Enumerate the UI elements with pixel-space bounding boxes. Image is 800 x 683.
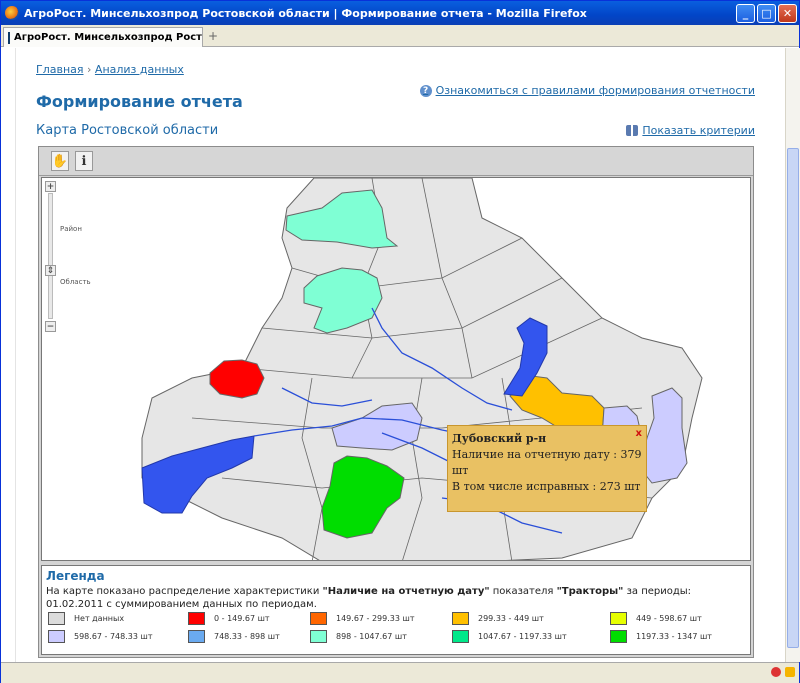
legend-indicator: "Тракторы" [556,586,624,597]
breadcrumb-separator: › [87,63,92,76]
zoom-slider-track[interactable] [48,193,53,319]
legend-item-label: Нет данных [74,614,125,623]
legend-item: 1197.33 - 1347 шт [610,630,712,643]
maximize-button[interactable]: □ [757,3,776,23]
legend-swatch [188,612,205,625]
legend-item-label: 299.33 - 449 шт [478,614,544,623]
new-tab-button[interactable]: + [208,29,222,43]
page-title: Формирование отчета [36,92,243,111]
info-tool-icon[interactable]: ℹ [75,151,93,171]
legend-item-label: 1047.67 - 1197.33 шт [478,632,567,641]
minimize-button[interactable]: _ [736,3,755,23]
legend-swatch [310,630,327,643]
popup-line-serviceable: В том числе исправных : 273 шт [452,480,641,493]
legend-swatch [48,630,65,643]
zoom-level-region[interactable]: Область [60,278,91,286]
legend-item: 898 - 1047.67 шт [310,630,407,643]
show-criteria-label: Показать критерии [642,124,755,137]
window-title: АгроРост. Минсельхозпрод Ростовской обла… [24,6,587,20]
show-criteria-link[interactable]: Показать критерии [626,124,755,137]
page-viewport: Главная › Анализ данных Формирование отч… [1,48,785,662]
legend-swatch [452,612,469,625]
addon-icon[interactable] [771,667,781,677]
close-button[interactable]: ✕ [778,3,797,23]
legend-swatch [610,612,627,625]
zoom-level-district[interactable]: Район [60,225,82,233]
map-panel: ✋ ℹ + ⇕ − Район Область x Дубовский р-н … [38,146,754,658]
legend-swatch [610,630,627,643]
legend-description: На карте показано распределение характер… [46,585,746,611]
map-district-red[interactable] [209,359,265,399]
legend-item: Нет данных [48,612,124,625]
zoom-in-button[interactable]: + [45,181,56,192]
legend-swatch [452,630,469,643]
zoom-control: + ⇕ − [45,181,56,332]
zoom-slider-handle[interactable]: ⇕ [45,265,56,276]
vertical-scrollbar[interactable] [785,48,800,662]
legend-item-label: 0 - 149.67 шт [214,614,270,623]
rules-link[interactable]: ? Ознакомиться с правилами формирования … [419,84,755,97]
legend-items: Нет данных 0 - 149.67 шт 149.67 - 299.33… [48,612,748,652]
title-bar: АгроРост. Минсельхозпрод Ростовской обла… [1,1,799,25]
firefox-icon [5,6,19,20]
legend-item-label: 598.67 - 748.33 шт [74,632,153,641]
map-title: Карта Ростовской области [36,123,219,138]
legend-characteristic: "Наличие на отчетную дату" [322,586,490,597]
tab-bar: АгроРост. Минсельхозпрод Ростов... + [1,25,799,47]
rules-link-label: Ознакомиться с правилами формирования от… [435,84,755,97]
popup-close-button[interactable]: x [636,428,642,439]
legend-swatch [188,630,205,643]
legend-title: Легенда [46,569,105,583]
legend-desc-suffix: за периоды: [626,586,692,597]
page-content: Главная › Анализ данных Формирование отч… [15,48,785,662]
zoom-out-button[interactable]: − [45,321,56,332]
legend-item: 0 - 149.67 шт [188,612,270,625]
legend-item: 449 - 598.67 шт [610,612,702,625]
legend-item-label: 449 - 598.67 шт [636,614,702,623]
legend-swatch [310,612,327,625]
breadcrumb-analysis-link[interactable]: Анализ данных [95,63,184,76]
tab-label: АгроРост. Минсельхозпрод Ростов... [14,32,202,43]
map-view[interactable]: + ⇕ − Район Область x Дубовский р-н Нали… [41,177,751,561]
popup-line-available: Наличие на отчетную дату : 379 шт [452,448,642,477]
legend-item: 149.67 - 299.33 шт [310,612,414,625]
map-toolbar: ✋ ℹ [39,147,753,176]
browser-window: АгроРост. Минсельхозпрод Ростовской обла… [0,0,800,683]
favicon-icon [8,31,10,44]
legend-panel: Легенда На карте показано распределение … [41,565,751,655]
pan-tool-icon[interactable]: ✋ [51,151,69,171]
legend-item: 598.67 - 748.33 шт [48,630,152,643]
legend-item: 299.33 - 449 шт [452,612,544,625]
browser-tab[interactable]: АгроРост. Минсельхозпрод Ростов... [3,27,203,47]
scrollbar-thumb[interactable] [787,148,799,648]
legend-item: 1047.67 - 1197.33 шт [452,630,567,643]
legend-item-label: 149.67 - 299.33 шт [336,614,415,623]
status-bar [1,662,799,683]
legend-desc-line2: 01.02.2011 с суммированием данных по пер… [46,599,317,610]
legend-item: 748.33 - 898 шт [188,630,280,643]
legend-item-label: 898 - 1047.67 шт [336,632,407,641]
legend-item-label: 748.33 - 898 шт [214,632,280,641]
legend-swatch [48,612,65,625]
legend-item-label: 1197.33 - 1347 шт [636,632,712,641]
security-icon[interactable] [785,667,795,677]
breadcrumb-home-link[interactable]: Главная [36,63,84,76]
legend-desc-mid: показателя [492,586,554,597]
legend-desc-prefix: На карте показано распределение характер… [46,586,320,597]
district-popup: x Дубовский р-н Наличие на отчетную дату… [447,425,647,512]
help-icon: ? [419,84,432,97]
popup-title: Дубовский р-н [452,432,547,445]
binoculars-icon [626,125,639,136]
breadcrumb: Главная › Анализ данных [36,63,184,76]
